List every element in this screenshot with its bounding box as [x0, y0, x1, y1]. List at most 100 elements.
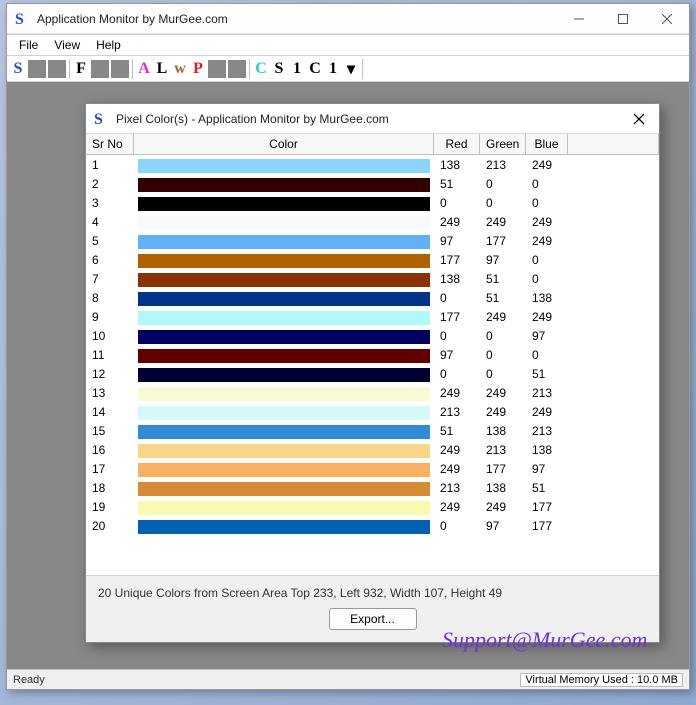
table-body: 1138213249251003000424924924959717724961… — [86, 155, 659, 535]
cell-blue: 249 — [526, 158, 568, 172]
col-red[interactable]: Red — [434, 134, 480, 154]
color-swatch — [138, 406, 430, 420]
cell-red: 249 — [434, 386, 480, 400]
cell-blue: 138 — [526, 443, 568, 457]
cell-blue: 51 — [526, 481, 568, 495]
cell-blue: 0 — [526, 253, 568, 267]
tool-c1[interactable]: C — [252, 58, 270, 80]
tool-s2[interactable]: S — [270, 58, 288, 80]
cell-green: 213 — [480, 158, 526, 172]
cell-srno: 16 — [86, 443, 134, 457]
tool-s[interactable]: S — [9, 58, 27, 80]
cell-srno: 6 — [86, 253, 134, 267]
tool-w[interactable]: w — [171, 58, 189, 80]
table-row[interactable]: 3000 — [86, 193, 659, 212]
tool-box-3[interactable] — [91, 60, 109, 78]
tool-box-4[interactable] — [111, 60, 129, 78]
table-row[interactable]: 100097 — [86, 326, 659, 345]
maximize-button[interactable] — [601, 4, 645, 34]
cell-srno: 5 — [86, 234, 134, 248]
cell-green: 213 — [480, 443, 526, 457]
tool-box-2[interactable] — [48, 60, 66, 78]
cell-green: 138 — [480, 481, 526, 495]
table-row[interactable]: 119700 — [86, 345, 659, 364]
table-row[interactable]: 20097177 — [86, 516, 659, 535]
cell-blue: 0 — [526, 177, 568, 191]
cell-green: 0 — [480, 348, 526, 362]
cell-red: 249 — [434, 500, 480, 514]
cell-color — [134, 174, 434, 193]
table-row[interactable]: 1724917797 — [86, 459, 659, 478]
table-row[interactable]: 6177970 — [86, 250, 659, 269]
cell-red: 0 — [434, 519, 480, 533]
table-header: Sr No Color Red Green Blue — [86, 134, 659, 155]
toolbar-separator — [249, 59, 250, 79]
table-row[interactable]: 597177249 — [86, 231, 659, 250]
menu-file[interactable]: File — [11, 36, 46, 54]
cell-srno: 10 — [86, 329, 134, 343]
dialog-close-button[interactable] — [619, 104, 659, 134]
tool-1b[interactable]: 1 — [324, 58, 342, 80]
table-row[interactable]: 8051138 — [86, 288, 659, 307]
table-row[interactable]: 1551138213 — [86, 421, 659, 440]
cell-blue: 249 — [526, 310, 568, 324]
cell-blue: 213 — [526, 424, 568, 438]
table-row[interactable]: 7138510 — [86, 269, 659, 288]
cell-red: 213 — [434, 481, 480, 495]
status-memory: Virtual Memory Used : 10.0 MB — [520, 673, 683, 687]
cell-green: 51 — [480, 272, 526, 286]
main-title: Application Monitor by MurGee.com — [37, 12, 228, 26]
tool-1[interactable]: 1 — [288, 58, 306, 80]
table-row[interactable]: 25100 — [86, 174, 659, 193]
cell-green: 249 — [480, 386, 526, 400]
cell-blue: 249 — [526, 215, 568, 229]
col-color[interactable]: Color — [134, 134, 434, 154]
cell-color — [134, 212, 434, 231]
export-button[interactable]: Export... — [329, 608, 417, 630]
table-row[interactable]: 120051 — [86, 364, 659, 383]
tool-c2[interactable]: C — [306, 58, 324, 80]
table-row[interactable]: 19249249177 — [86, 497, 659, 516]
table-row[interactable]: 4249249249 — [86, 212, 659, 231]
color-swatch — [138, 235, 430, 249]
table-row[interactable]: 16249213138 — [86, 440, 659, 459]
menu-view[interactable]: View — [46, 36, 88, 54]
menu-help[interactable]: Help — [88, 36, 129, 54]
cell-green: 249 — [480, 310, 526, 324]
tool-f[interactable]: F — [72, 58, 90, 80]
color-swatch — [138, 463, 430, 477]
col-srno[interactable]: Sr No — [86, 134, 134, 154]
cell-blue: 0 — [526, 348, 568, 362]
table-row[interactable]: 1138213249 — [86, 155, 659, 174]
tool-box-1[interactable] — [28, 60, 46, 78]
table-row[interactable]: 14213249249 — [86, 402, 659, 421]
cell-red: 51 — [434, 424, 480, 438]
tool-box-5[interactable] — [208, 60, 226, 78]
minimize-button[interactable] — [557, 4, 601, 34]
cell-srno: 17 — [86, 462, 134, 476]
col-green[interactable]: Green — [480, 134, 526, 154]
table-row[interactable]: 1821313851 — [86, 478, 659, 497]
cell-red: 177 — [434, 310, 480, 324]
color-swatch — [138, 311, 430, 325]
cell-blue: 0 — [526, 272, 568, 286]
tool-p[interactable]: P — [189, 58, 207, 80]
cell-blue: 0 — [526, 196, 568, 210]
cell-color — [134, 478, 434, 497]
color-swatch — [138, 197, 430, 211]
tool-dropdown[interactable]: ▾ — [342, 58, 360, 80]
tool-l[interactable]: L — [153, 58, 171, 80]
dialog-description: 20 Unique Colors from Screen Area Top 23… — [98, 586, 647, 600]
tool-box-6[interactable] — [228, 60, 246, 78]
cell-red: 249 — [434, 462, 480, 476]
dialog-title: Pixel Color(s) - Application Monitor by … — [116, 112, 389, 126]
close-button[interactable] — [645, 4, 689, 34]
cell-srno: 8 — [86, 291, 134, 305]
table-row[interactable]: 9177249249 — [86, 307, 659, 326]
cell-blue: 177 — [526, 500, 568, 514]
col-blue[interactable]: Blue — [526, 134, 568, 154]
cell-srno: 15 — [86, 424, 134, 438]
status-ready: Ready — [13, 674, 45, 686]
table-row[interactable]: 13249249213 — [86, 383, 659, 402]
tool-a[interactable]: A — [135, 58, 153, 80]
